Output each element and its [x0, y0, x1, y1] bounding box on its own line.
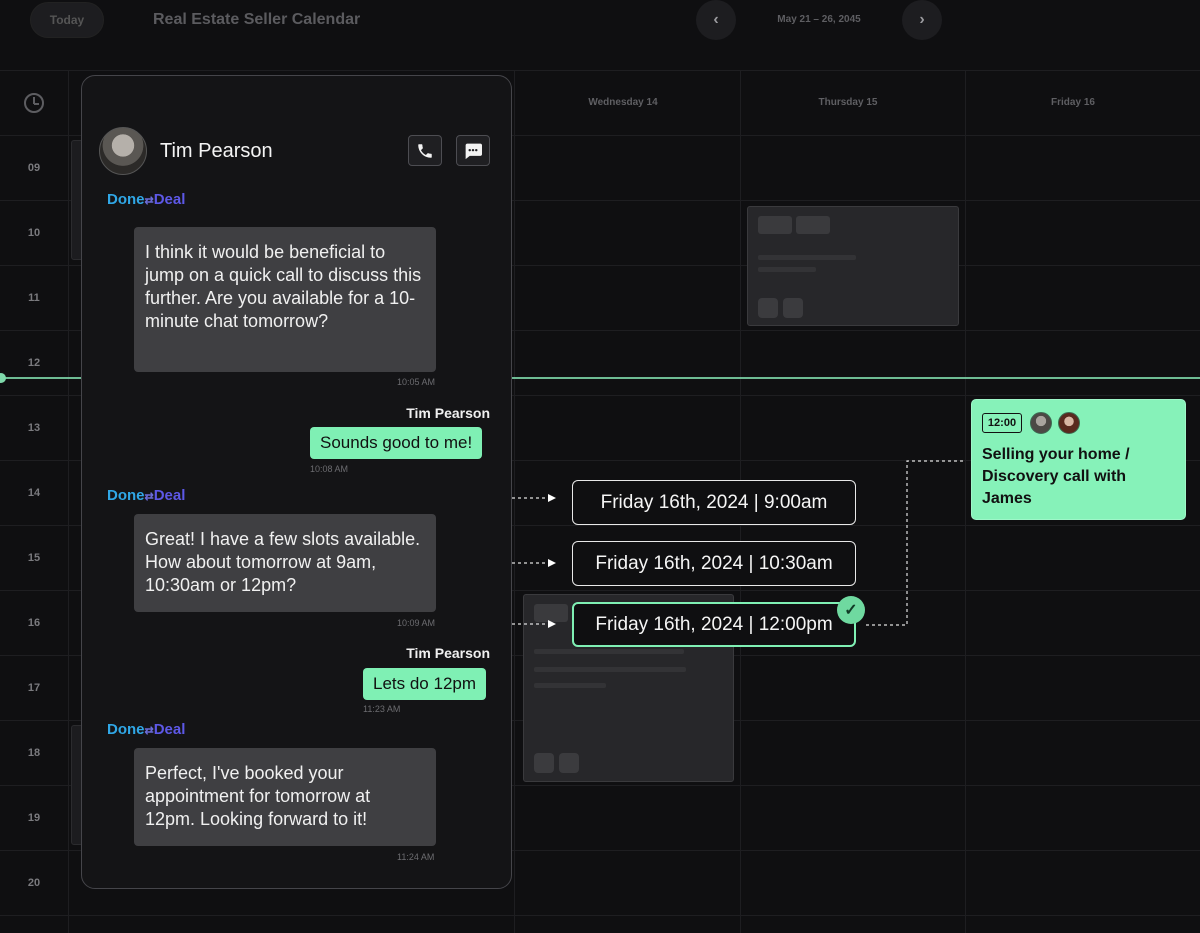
agent-message: Great! I have a few slots available. How…	[134, 514, 436, 612]
chat-panel: Tim Pearson Done⇄Deal I think it would b…	[81, 75, 512, 889]
agent-message: Perfect, I've booked your appointment fo…	[134, 748, 436, 846]
message-button[interactable]	[456, 135, 490, 166]
sender-name: Tim Pearson	[406, 405, 490, 421]
slot-option-9am[interactable]: Friday 16th, 2024 | 9:00am	[572, 480, 856, 525]
contact-name: Tim Pearson	[160, 140, 273, 162]
slot-option-1030am[interactable]: Friday 16th, 2024 | 10:30am	[572, 541, 856, 586]
event-card[interactable]: 12:00 Selling your home / Discovery call…	[971, 399, 1186, 520]
event-title: Selling your home / Discovery call with …	[982, 446, 1130, 507]
calendar-app: Today Real Estate Seller Calendar ‹ May …	[0, 0, 1200, 933]
contact-avatar	[99, 127, 147, 175]
brand-logo: Done⇄Deal	[107, 721, 186, 738]
sender-name: Tim Pearson	[406, 645, 490, 661]
phone-icon	[418, 143, 432, 158]
agent-message: I think it would be beneficial to jump o…	[134, 227, 436, 372]
attendee-avatar	[1030, 412, 1052, 434]
message-timestamp: 11:24 AM	[397, 852, 435, 862]
slot-option-12pm[interactable]: Friday 16th, 2024 | 12:00pm	[572, 602, 856, 647]
message-timestamp: 10:05 AM	[397, 377, 436, 387]
client-message: Sounds good to me!	[310, 427, 483, 459]
brand-logo: Done⇄Deal	[107, 487, 186, 504]
attendee-avatar	[1058, 412, 1080, 434]
client-message: Lets do 12pm	[363, 668, 487, 700]
message-timestamp: 11:23 AM	[363, 704, 401, 714]
message-timestamp: 10:09 AM	[397, 618, 436, 628]
checkmark-icon: ✓	[837, 596, 865, 624]
brand-logo: Done⇄Deal	[107, 191, 186, 208]
message-timestamp: 10:08 AM	[310, 464, 349, 474]
event-time-badge: 12:00	[982, 413, 1022, 433]
call-button[interactable]	[408, 135, 442, 166]
chat-bubble-icon	[465, 143, 482, 159]
